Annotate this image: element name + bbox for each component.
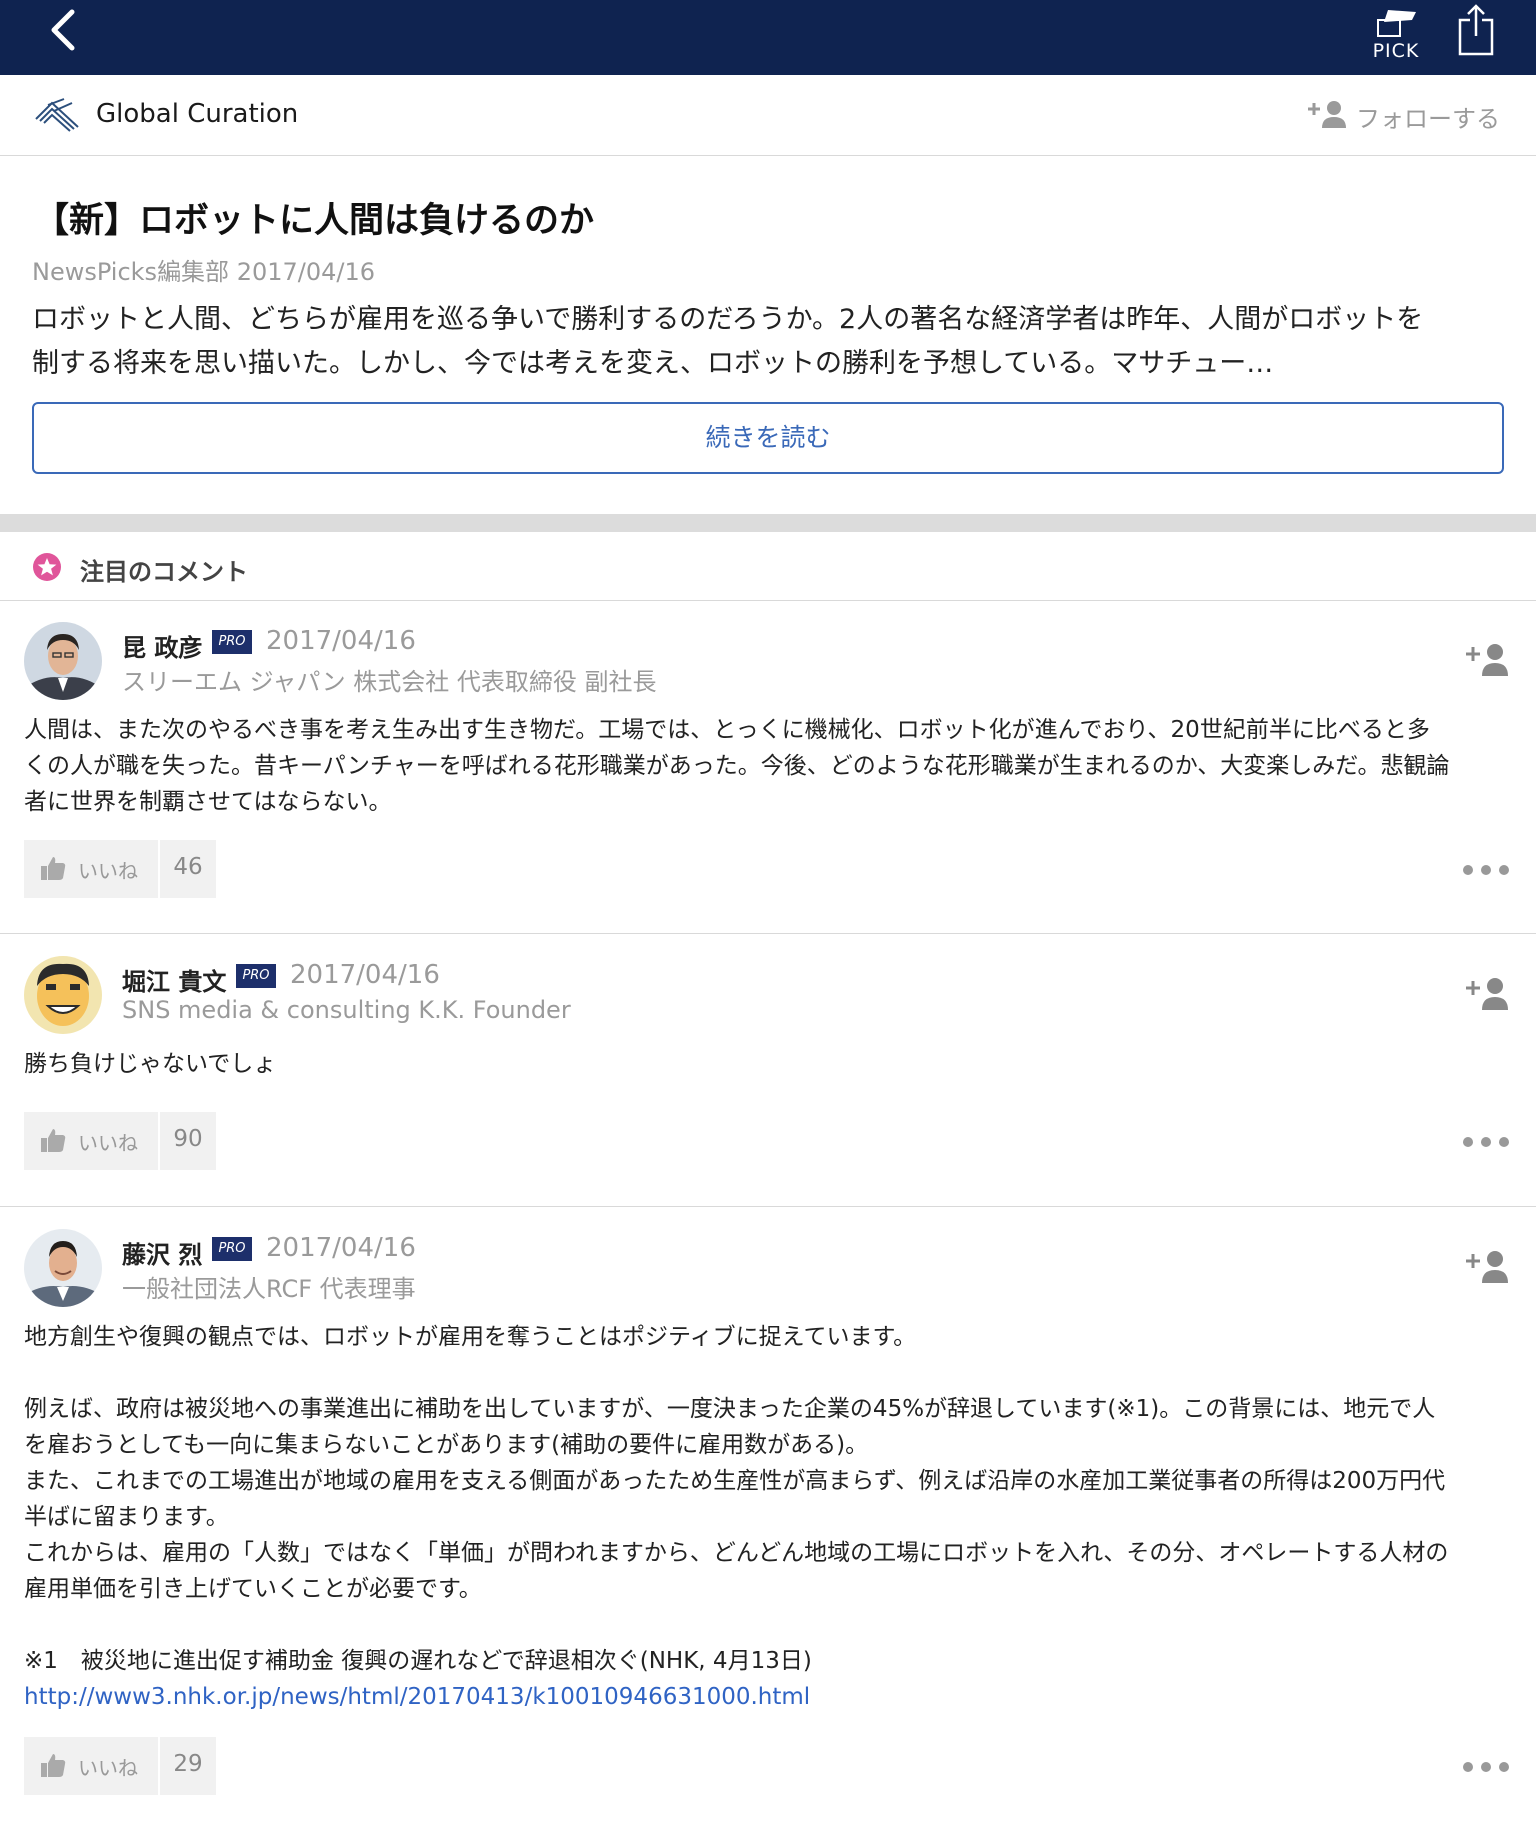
comment-line: 地方創生や復興の観点では、ロボットが雇用を奪うことはポジティブに捉えています。 xyxy=(24,1324,917,1350)
pick-flag-icon xyxy=(1377,10,1416,37)
read-more-button[interactable]: 続きを読む xyxy=(32,402,1504,474)
comment-line: また、これまでの工場進出が地域の雇用を支える側面があったため生産性が高まらず、例… xyxy=(24,1468,1446,1494)
more-options-icon[interactable] xyxy=(1462,1761,1510,1773)
source-bar: Global Curation フォローする xyxy=(0,75,1536,156)
comment-card: 藤沢 烈 PRO 2017/04/16 一般社団法人RCF 代表理事 地方創生や… xyxy=(0,1207,1536,1823)
comment-card: 堀江 貴文 PRO 2017/04/16 SNS media & consult… xyxy=(0,934,1536,1207)
commenter-role: スリーエム ジャパン 株式会社 代表取締役 副社長 xyxy=(122,668,657,696)
follow-user-icon[interactable] xyxy=(1464,642,1510,676)
follow-label: フォローする xyxy=(1356,105,1500,133)
comment-blank-line xyxy=(24,1355,1514,1391)
comment-line: これからは、雇用の「人数」ではなく「単価」が問われますから、どんどん地域の工場に… xyxy=(24,1540,1449,1566)
comment-date: 2017/04/16 xyxy=(290,960,440,990)
comment-line: 勝ち負けじゃないでしょ xyxy=(24,1051,277,1077)
like-button[interactable]: いいね 46 xyxy=(24,840,216,898)
comment-line: 者に世界を制覇させてはならない。 xyxy=(24,789,392,815)
like-count: 90 xyxy=(173,1126,203,1152)
pick-button[interactable]: PICK xyxy=(1366,6,1426,64)
comment-body: 勝ち負けじゃないでしょ xyxy=(24,1046,1514,1082)
commenter-role: 一般社団法人RCF 代表理事 xyxy=(122,1275,416,1303)
comment-line: くの人が職を失った。昔キーパンチャーを呼ばれる花形職業があった。今後、どのような… xyxy=(24,753,1450,779)
comment-line: 半ばに留まります。 xyxy=(24,1504,229,1530)
pick-label: PICK xyxy=(1372,40,1420,62)
featured-comments-header: 注目のコメント xyxy=(0,532,1536,601)
add-user-icon xyxy=(1308,101,1346,128)
comment-line: を雇おうとしても一向に集まらないことがあります(補助の要件に雇用数がある)。 xyxy=(24,1432,869,1458)
section-divider xyxy=(0,514,1536,532)
pro-badge: PRO xyxy=(212,630,252,654)
commenter-name[interactable]: 藤沢 烈 xyxy=(122,1235,202,1270)
avatar[interactable] xyxy=(24,622,102,700)
article-meta: NewsPicks編集部 2017/04/16 xyxy=(32,258,376,286)
article-lead-line: ロボットと人間、どちらが雇用を巡る争いで勝利するのだろうか。2人の著名な経済学者… xyxy=(32,304,1424,335)
comment-date: 2017/04/16 xyxy=(266,626,416,656)
article-lead: ロボットと人間、どちらが雇用を巡る争いで勝利するのだろうか。2人の著名な経済学者… xyxy=(32,298,1512,386)
article-title[interactable]: 【新】ロボットに人間は負けるのか xyxy=(34,192,594,243)
follow-user-icon[interactable] xyxy=(1464,976,1510,1010)
top-nav-bar: PICK xyxy=(0,0,1536,75)
like-count: 46 xyxy=(173,854,203,880)
like-button[interactable]: いいね 29 xyxy=(24,1737,216,1795)
avatar[interactable] xyxy=(24,1229,102,1307)
avatar[interactable] xyxy=(24,956,102,1034)
commenter-name[interactable]: 堀江 貴文 xyxy=(122,962,226,997)
section-title: 注目のコメント xyxy=(80,558,248,586)
comment-line: 例えば、政府は被災地への事業進出に補助を出していますが、一度決まった企業の45%… xyxy=(24,1396,1436,1422)
commenter-name[interactable]: 昆 政彦 xyxy=(122,628,202,663)
follow-user-icon[interactable] xyxy=(1464,1249,1510,1283)
star-icon xyxy=(33,553,61,581)
more-options-icon[interactable] xyxy=(1462,1136,1510,1148)
like-label: いいね xyxy=(78,1131,138,1155)
comment-line: 人間は、また次のやるべき事を考え生み出す生き物だ。工場では、とっくに機械化、ロボ… xyxy=(24,717,1430,743)
pro-badge: PRO xyxy=(236,964,276,988)
comment-card: 昆 政彦 PRO 2017/04/16 スリーエム ジャパン 株式会社 代表取締… xyxy=(0,600,1536,934)
global-curation-logo-icon[interactable] xyxy=(34,97,80,133)
more-options-icon[interactable] xyxy=(1462,864,1510,876)
thumbs-up-icon xyxy=(41,1754,66,1777)
comment-date: 2017/04/16 xyxy=(266,1233,416,1263)
commenter-role: SNS media & consulting K.K. Founder xyxy=(122,996,571,1024)
like-button[interactable]: いいね 90 xyxy=(24,1112,216,1170)
thumbs-up-icon xyxy=(41,1129,66,1152)
like-label: いいね xyxy=(78,1756,138,1780)
pro-badge: PRO xyxy=(212,1237,252,1261)
like-label: いいね xyxy=(78,859,138,883)
like-count: 29 xyxy=(173,1751,203,1777)
comment-body: 地方創生や復興の観点では、ロボットが雇用を奪うことはポジティブに捉えています。 … xyxy=(24,1319,1514,1715)
chevron-left-icon[interactable] xyxy=(46,8,86,52)
comment-blank-line xyxy=(24,1607,1514,1643)
comment-line: 雇用単価を引き上げていくことが必要です。 xyxy=(24,1576,482,1602)
comment-line: ※1 被災地に進出促す補助金 復興の遅れなどで辞退相次ぐ(NHK, 4月13日) xyxy=(24,1648,812,1674)
article-lead-line: 制する将来を思い描いた。しかし、今では考えを変え、ロボットの勝利を予想している。… xyxy=(32,348,1274,379)
comment-body: 人間は、また次のやるべき事を考え生み出す生き物だ。工場では、とっくに機械化、ロボ… xyxy=(24,712,1514,820)
article-card: 【新】ロボットに人間は負けるのか NewsPicks編集部 2017/04/16… xyxy=(0,156,1536,514)
comment-link[interactable]: http://www3.nhk.or.jp/news/html/20170413… xyxy=(24,1679,1514,1715)
share-icon[interactable] xyxy=(1454,2,1498,58)
source-name[interactable]: Global Curation xyxy=(96,99,298,129)
thumbs-up-icon xyxy=(41,857,66,880)
